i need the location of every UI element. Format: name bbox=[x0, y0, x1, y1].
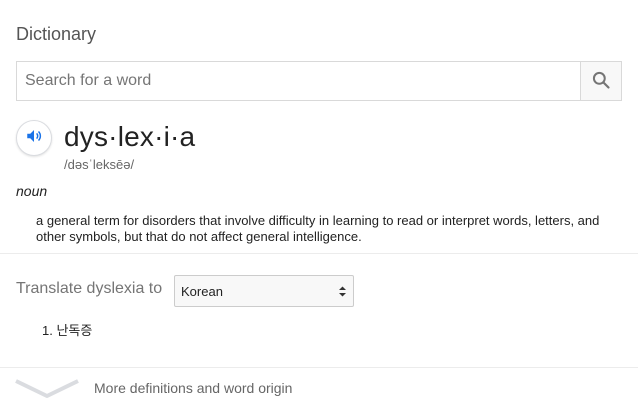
select-arrows-icon bbox=[338, 285, 347, 301]
definition-text: a general term for disorders that involv… bbox=[36, 213, 600, 244]
dictionary-card: Dictionary dys·lex·i·a /dəsˈleksēə/ noun… bbox=[0, 0, 638, 408]
search-icon bbox=[591, 70, 611, 93]
translate-label: Translate dyslexia to bbox=[16, 280, 163, 297]
part-of-speech: noun bbox=[16, 183, 48, 199]
dictionary-title: Dictionary bbox=[16, 24, 97, 44]
speaker-icon bbox=[25, 127, 43, 150]
search-input[interactable] bbox=[17, 62, 580, 100]
translation-result: 1. 난독증 bbox=[42, 323, 93, 338]
search-button[interactable] bbox=[580, 62, 621, 100]
search-box bbox=[16, 61, 622, 101]
headword: dys·lex·i·a bbox=[64, 121, 196, 152]
divider bbox=[0, 253, 638, 254]
divider bbox=[0, 367, 638, 368]
phonetic-spelling: /dəsˈleksēə/ bbox=[64, 157, 135, 172]
language-select-value: Korean bbox=[181, 283, 223, 299]
pronunciation-button[interactable] bbox=[16, 120, 52, 156]
language-select[interactable]: Korean bbox=[174, 275, 354, 307]
chevron-down-icon[interactable] bbox=[14, 377, 80, 404]
more-definitions-link[interactable]: More definitions and word origin bbox=[94, 380, 292, 396]
